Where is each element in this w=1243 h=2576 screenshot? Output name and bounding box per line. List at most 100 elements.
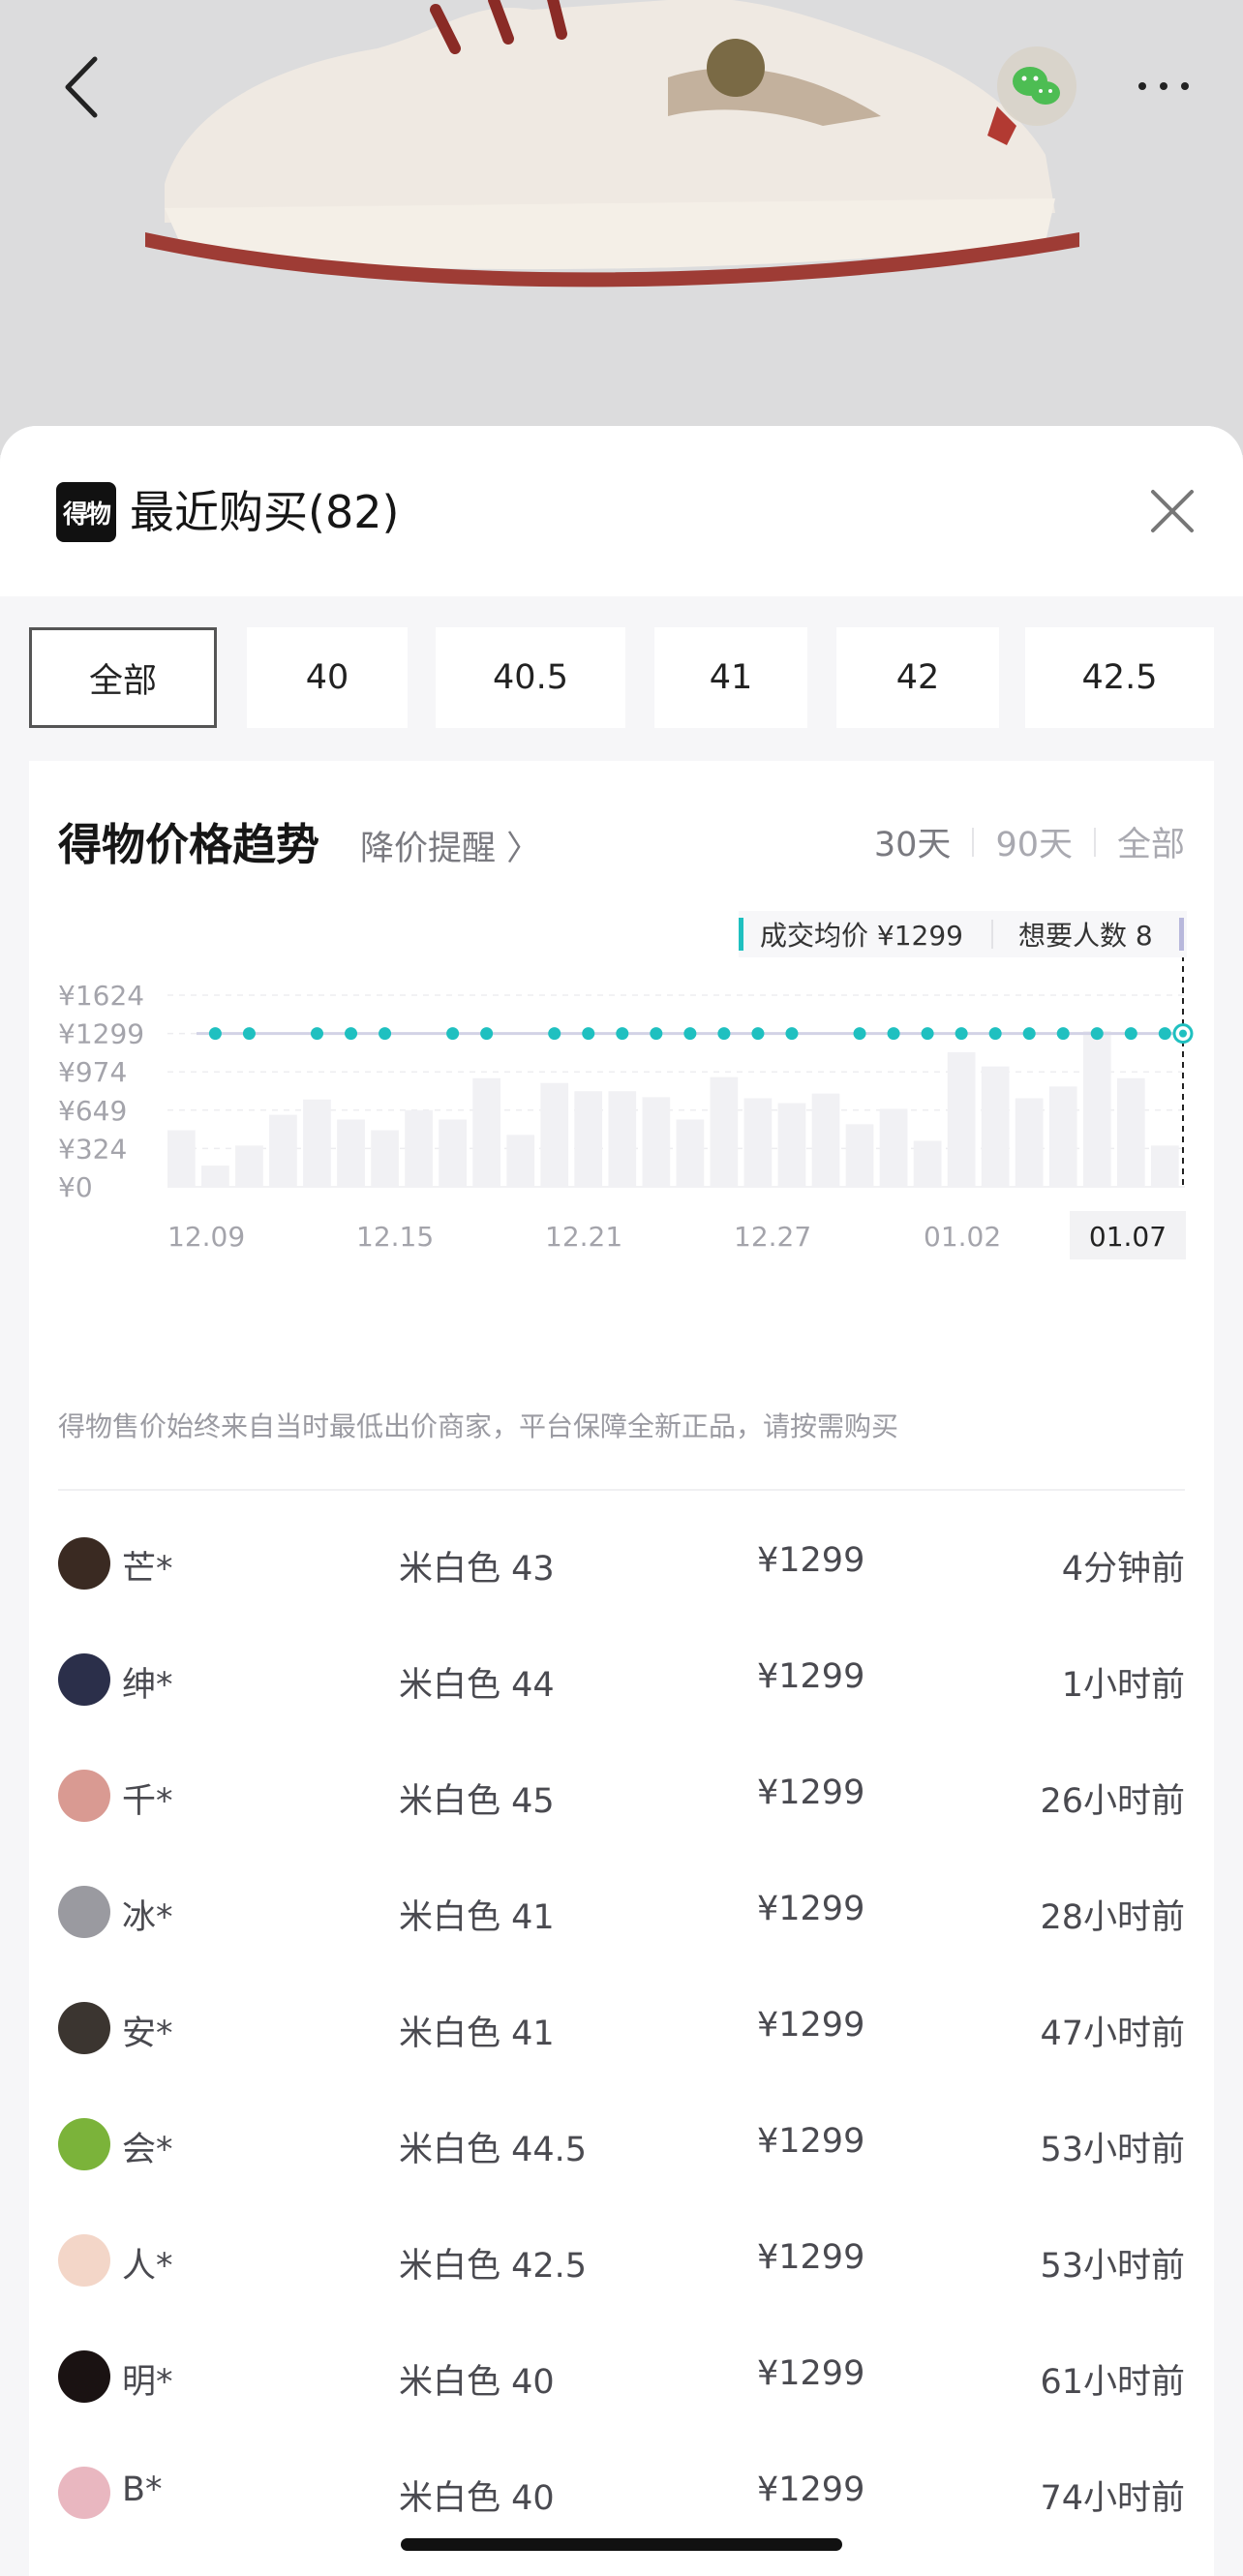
range-tab-all[interactable]: 全部 [1117,817,1185,866]
range-tab-90d[interactable]: 90天 [995,817,1073,866]
tooltip-accent [739,918,743,951]
price-point [751,1027,765,1041]
product-image-area [0,0,1243,455]
volume-bar [303,1099,331,1187]
volume-bar [506,1135,535,1187]
volume-bar [574,1091,603,1187]
buyer-name: 芒* [122,1550,173,1589]
volume-bar [167,1130,196,1187]
purchase-price: ¥1299 [757,1657,865,1696]
x-tick-label: 12.27 [734,1221,811,1253]
purchase-spec: 米白色 41 [399,2015,555,2053]
purchase-spec: 米白色 40 [399,2479,555,2518]
price-point [379,1027,392,1041]
more-icon[interactable] [1135,72,1193,101]
price-point [683,1027,697,1041]
price-point [1158,1027,1171,1041]
tooltip-avg-price: 成交均价 ¥1299 [760,920,963,952]
buyer-name: 千* [122,1782,173,1821]
price-point [208,1027,222,1041]
purchase-spec: 米白色 42.5 [399,2247,588,2286]
y-tick-label: ¥1299 [58,1018,144,1050]
purchase-spec: 米白色 41 [399,1898,555,1937]
purchase-time: 61小时前 [1040,2363,1185,2402]
range-divider [972,827,975,857]
size-tab-42[interactable]: 42 [836,627,999,728]
volume-bar [201,1166,229,1187]
purchase-price: ¥1299 [757,1890,865,1928]
price-point [1124,1027,1137,1041]
purchase-row: 绅* 米白色 44 ¥1299 1小时前 [58,1626,1185,1743]
volume-bar [913,1140,942,1187]
purchase-time: 4分钟前 [1061,1550,1185,1589]
price-point [853,1027,866,1041]
wechat-icon [1013,67,1060,105]
avatar [58,1886,110,1938]
y-tick-label: ¥1624 [58,980,144,1012]
price-point [785,1027,799,1041]
purchase-time: 1小时前 [1061,1666,1185,1705]
volume-bar [777,1103,806,1187]
purchase-price: ¥1299 [757,1541,865,1580]
volume-bar [947,1052,976,1187]
volume-bar [642,1097,671,1187]
size-tab-41[interactable]: 41 [654,627,807,728]
purchase-spec: 米白色 44.5 [399,2131,588,2169]
purchase-row: 芒* 米白色 43 ¥1299 4分钟前 [58,1510,1185,1626]
purchase-row: 千* 米白色 45 ¥1299 26小时前 [58,1743,1185,1859]
price-drop-alert-link[interactable]: 降价提醒 〉 [360,821,540,870]
volume-bar [337,1119,365,1187]
purchase-price: ¥1299 [757,2006,865,2045]
y-tick-label: ¥974 [58,1056,127,1088]
price-point [921,1027,934,1041]
volume-bar [811,1093,840,1187]
purchase-row: 人* 米白色 42.5 ¥1299 53小时前 [58,2207,1185,2323]
price-point [310,1027,323,1041]
volume-bar [540,1082,569,1187]
avatar [58,2118,110,2170]
volume-bar [676,1119,705,1187]
size-tab-40-5[interactable]: 40.5 [436,627,625,728]
volume-bar [269,1114,297,1187]
range-tab-30d[interactable]: 30天 [874,817,952,866]
price-point [242,1027,256,1041]
divider [58,1489,1185,1491]
size-tab-42-5[interactable]: 42.5 [1025,627,1214,728]
recent-purchases-sheet: 得物 最近购买(82) 全部 40 40.5 41 42 42.5 得物价格趋势… [0,426,1243,2576]
back-icon[interactable] [58,53,106,121]
volume-bar [235,1145,263,1187]
purchase-price: ¥1299 [757,2470,865,2509]
x-tick-label: 01.02 [924,1221,1001,1253]
tooltip-wanted: 想要人数 8 [1018,920,1153,952]
price-point [955,1027,968,1041]
purchase-time: 53小时前 [1040,2247,1185,2286]
buyer-name: 绅* [122,1666,173,1705]
volume-bar [879,1108,908,1187]
purchase-time: 47小时前 [1040,2015,1185,2053]
close-icon[interactable] [1147,486,1198,536]
size-filter-tabs: 全部 40 40.5 41 42 42.5 [29,627,1243,732]
volume-bar [439,1119,467,1187]
purchase-price: ¥1299 [757,2354,865,2393]
range-divider [1093,827,1096,857]
price-point [1056,1027,1070,1041]
volume-bar [1150,1145,1179,1187]
price-trend-chart[interactable]: ¥1624 ¥1299 ¥974 ¥649 ¥324 ¥0 成交均价 ¥1299 想要人数 8… [29,906,1214,1371]
size-tab-40[interactable]: 40 [247,627,408,728]
price-point [548,1027,561,1041]
volume-bar [608,1091,637,1187]
volume-bar [981,1066,1010,1187]
price-point [650,1027,663,1041]
purchase-time: 53小时前 [1040,2131,1185,2169]
purchase-row: 安* 米白色 41 ¥1299 47小时前 [58,1975,1185,2091]
dewu-logo: 得物 [56,482,116,542]
purchase-row: 会* 米白色 44.5 ¥1299 53小时前 [58,2091,1185,2207]
x-tick-label: 12.21 [545,1221,622,1253]
size-tab-all[interactable]: 全部 [29,627,217,728]
price-point [616,1027,629,1041]
purchase-time: 74小时前 [1040,2479,1185,2518]
wechat-share-button[interactable] [997,46,1076,126]
purchase-price: ¥1299 [757,2122,865,2161]
avatar [58,2002,110,2054]
x-tick-label: 12.09 [167,1221,245,1253]
